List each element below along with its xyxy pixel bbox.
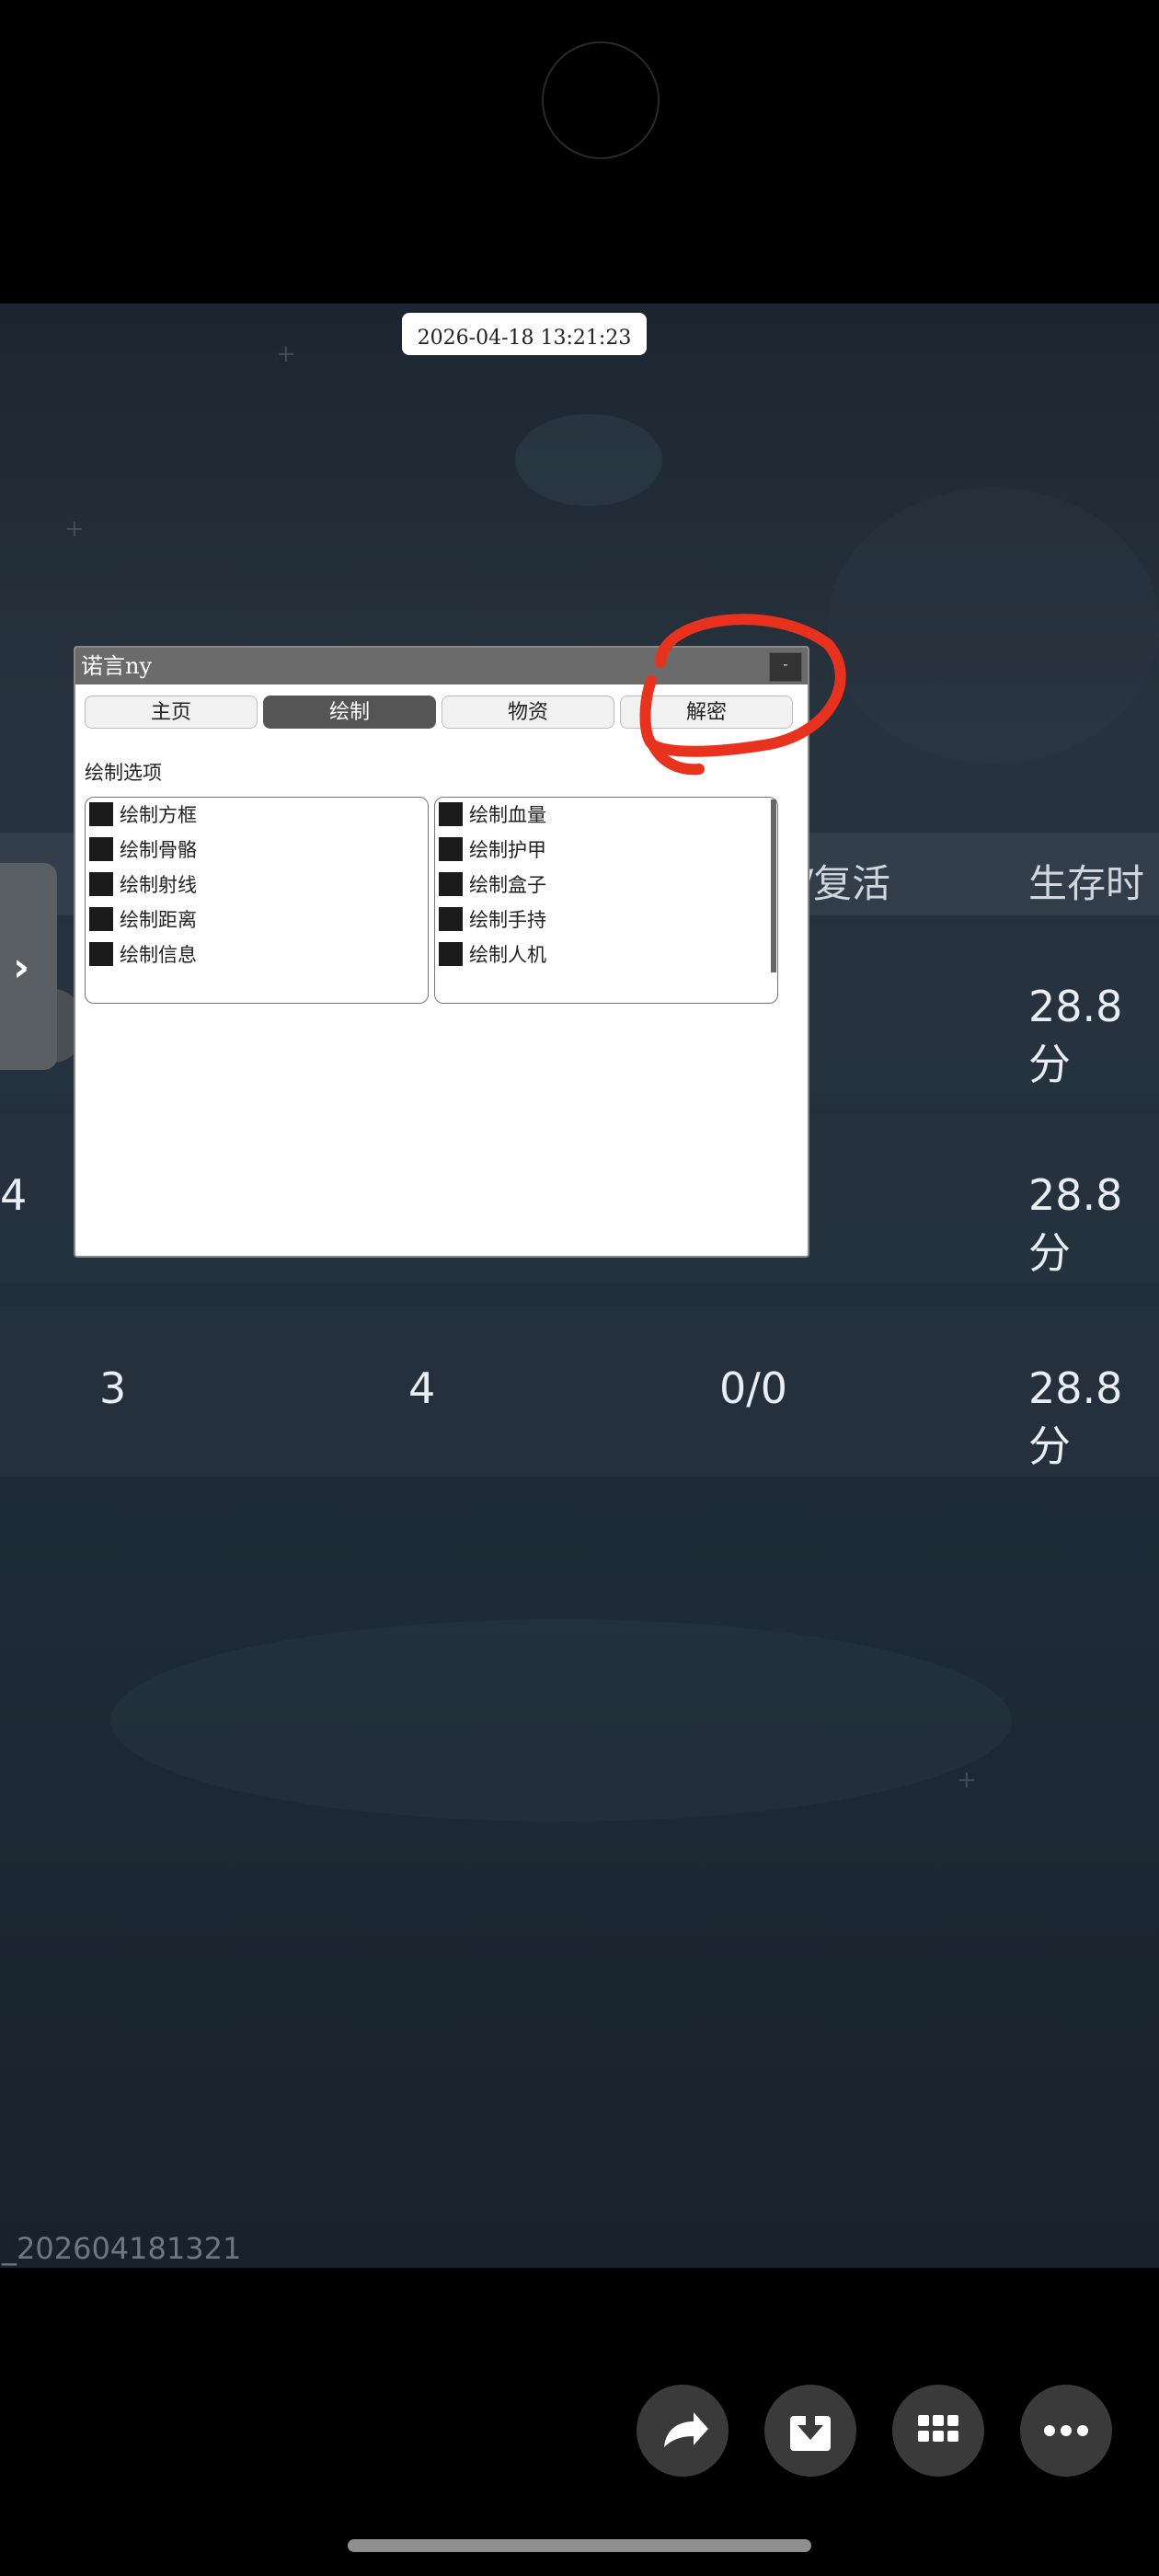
download-icon <box>790 2407 831 2451</box>
menu-title: 诺言ny <box>81 653 153 679</box>
checkbox[interactable] <box>89 942 113 966</box>
table-row: 3 4 0/0 28.8分 <box>0 1306 1159 1477</box>
crosshair-icon: + <box>276 340 296 368</box>
crosshair-icon: + <box>957 1766 977 1794</box>
option-draw-skeleton[interactable]: 绘制骨骼 <box>89 834 197 864</box>
right-options-panel: 绘制血量 绘制护甲 绘制盒子 绘制手持 绘制人机 <box>434 797 778 1004</box>
home-indicator[interactable] <box>348 2539 811 2552</box>
option-draw-lines[interactable]: 绘制射线 <box>89 869 197 899</box>
checkbox[interactable] <box>89 907 113 931</box>
chevron-right-icon: › <box>13 944 30 991</box>
section-label: 绘制选项 <box>85 762 162 784</box>
scene-bg-shape <box>110 1619 1012 1822</box>
more-button[interactable] <box>1020 2385 1112 2477</box>
checkbox[interactable] <box>439 837 463 861</box>
game-screen: + + + 2026-04-18 13:21:23 /复活 生存时 28.8分 … <box>0 304 1159 2268</box>
timestamp-label: 2026-04-18 13:21:23 <box>402 313 647 355</box>
scene-bg-shape <box>515 414 662 506</box>
apps-button[interactable] <box>892 2385 984 2477</box>
bottom-toolbar <box>0 2268 1159 2576</box>
option-draw-info[interactable]: 绘制信息 <box>89 939 197 969</box>
option-draw-distance[interactable]: 绘制距离 <box>89 904 197 934</box>
stat-cell: 4 <box>0 1170 28 1220</box>
option-draw-held[interactable]: 绘制手持 <box>439 904 546 934</box>
option-draw-boxes[interactable]: 绘制盒子 <box>439 869 546 899</box>
front-camera <box>542 41 660 159</box>
checkbox[interactable] <box>89 802 113 826</box>
survival-time: 28.8分 <box>1028 1170 1123 1278</box>
option-draw-armor[interactable]: 绘制护甲 <box>439 834 546 864</box>
checkbox[interactable] <box>89 872 113 896</box>
survival-time: 28.8分 <box>1028 1363 1123 1471</box>
checkbox[interactable] <box>439 942 463 966</box>
red-circle-annotation <box>639 614 846 776</box>
option-draw-box[interactable]: 绘制方框 <box>89 799 197 829</box>
checkbox[interactable] <box>439 907 463 931</box>
scrollbar[interactable] <box>771 799 776 972</box>
apps-icon <box>918 2415 958 2442</box>
tab-supplies[interactable]: 物资 <box>442 696 614 729</box>
more-icon <box>1044 2425 1088 2436</box>
left-options-panel: 绘制方框 绘制骨骼 绘制射线 绘制距离 绘制信息 <box>85 797 429 1004</box>
checkbox[interactable] <box>89 837 113 861</box>
crosshair-icon: + <box>64 515 85 543</box>
side-expand-tab[interactable]: › <box>0 863 57 1070</box>
checkbox[interactable] <box>439 802 463 826</box>
watermark-text: _202604181321 <box>2 2231 242 2266</box>
tab-draw[interactable]: 绘制 <box>263 696 436 729</box>
scene-bg-shape <box>828 488 1159 764</box>
survival-time: 28.8分 <box>1028 982 1123 1089</box>
option-draw-health[interactable]: 绘制血量 <box>439 799 546 829</box>
tab-home[interactable]: 主页 <box>85 696 258 729</box>
share-button[interactable] <box>637 2385 729 2477</box>
option-draw-bots[interactable]: 绘制人机 <box>439 939 546 969</box>
share-icon <box>664 2412 708 2447</box>
header-revive: /复活 <box>800 861 891 906</box>
header-survival: 生存时 <box>1028 861 1145 906</box>
stat-cell: 4 <box>408 1363 436 1413</box>
checkbox[interactable] <box>439 872 463 896</box>
stat-cell: 3 <box>99 1363 127 1413</box>
stat-cell: 0/0 <box>719 1363 788 1413</box>
download-button[interactable] <box>764 2385 856 2477</box>
